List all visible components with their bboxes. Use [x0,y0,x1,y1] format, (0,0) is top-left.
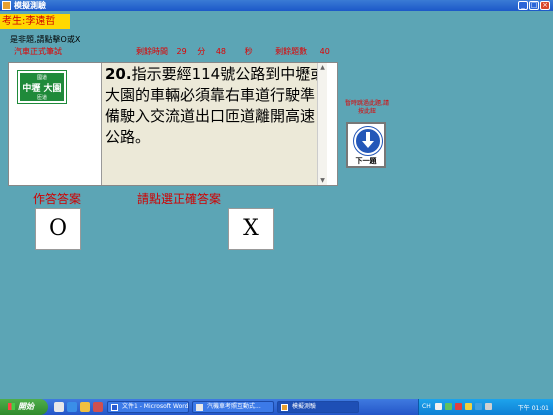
quick-launch-desktop-icon[interactable] [54,402,64,412]
remaining-count: 40 [319,47,330,56]
select-answer-label: 請點選正確答案 [137,192,222,206]
start-label: 開始 [18,402,34,411]
windows-logo-icon [8,403,15,410]
time-seconds: 48 [215,47,227,56]
tray-app-icon[interactable] [475,403,482,410]
task-browser[interactable]: 汽機車考照互動式... [192,401,274,413]
quick-launch-ie-icon[interactable] [67,402,77,412]
taskbar: 開始 文件1 - Microsoft Word 汽機車考照互動式... 模擬測驗… [0,399,553,415]
exam-type: 汽車正式筆試 [14,47,62,56]
start-button[interactable]: 開始 [0,399,48,415]
quick-launch-media-icon[interactable] [93,402,103,412]
road-sign-image: 國道 中壢 大園 匝道 [17,70,67,104]
update-icon[interactable] [465,403,472,410]
remaining-label: 剩餘題數 [275,47,308,56]
language-indicator[interactable]: CH [422,403,431,410]
question-number: 20. [105,65,132,83]
word-icon [111,404,118,411]
task-exam[interactable]: 模擬測驗 [277,401,359,413]
time-info: 剩餘時間 29 分 48 秒 剩餘題數 40 [136,46,330,57]
question-text: 指示要經114號公路到中壢或大園的車輛必須靠右車道行駛準備駛入交流道出口匝道離開… [105,65,326,146]
answer-label: 作答答案 [33,192,82,206]
time-label: 剩餘時間 [136,47,168,56]
next-question-button[interactable]: 下一題 [346,122,386,168]
quick-launch-messenger-icon[interactable] [80,402,90,412]
browser-icon [196,404,203,411]
vertical-scrollbar[interactable]: ▲ ▼ [317,63,327,185]
skip-hint: 暫時跳過此題,請按此鈕 [345,100,389,115]
task-exam-label: 模擬測驗 [292,403,317,410]
instruction-text: 是非題,請點擊O或X [10,35,81,44]
task-browser-label: 汽機車考照互動式... [207,403,261,410]
sign-bottom-text: 匝道 [36,95,47,101]
scroll-down-icon[interactable]: ▼ [318,176,327,185]
sign-top-text: 國道 [36,75,47,81]
app-window-icon [281,404,288,411]
answer-o-button[interactable]: O [35,208,81,250]
question-text-block: 20.指示要經114號公路到中壢或大園的車輛必須靠右車道行駛準備駛入交流道出口匝… [105,64,327,148]
clock: 下午 01:01 [517,405,549,412]
down-arrow-icon [353,126,383,156]
network-icon[interactable] [445,403,452,410]
scroll-up-icon[interactable]: ▲ [318,63,327,72]
keyboard-icon[interactable] [435,403,442,410]
minutes-unit: 分 [197,47,206,56]
close-button[interactable]: × [540,1,550,10]
sign-main-text: 中壢 大園 [22,84,62,94]
task-word[interactable]: 文件1 - Microsoft Word [107,401,189,413]
sign-image-area: 國道 中壢 大園 匝道 [9,63,101,185]
title-bar[interactable]: 模擬測驗 _ □ × [0,0,553,11]
task-word-label: 文件1 - Microsoft Word [122,403,189,410]
volume-icon[interactable] [485,403,492,410]
examinee-name: 考生:李遠哲 [0,14,70,29]
seconds-unit: 秒 [244,47,253,56]
minimize-button[interactable]: _ [518,1,528,10]
next-button-label: 下一題 [355,157,377,165]
system-tray: CH 下午 01:01 [418,399,553,415]
window-title: 模擬測驗 [14,1,46,10]
security-icon[interactable] [455,403,462,410]
app-window-icon [2,1,11,10]
question-panel: 國道 中壢 大園 匝道 20.指示要經114號公路到中壢或大園的車輛必須靠右車道… [8,62,338,186]
maximize-button[interactable]: □ [529,1,539,10]
question-text-area: 20.指示要經114號公路到中壢或大園的車輛必須靠右車道行駛準備駛入交流道出口匝… [101,63,327,185]
time-minutes: 29 [176,47,187,56]
answer-x-button[interactable]: X [228,208,274,250]
